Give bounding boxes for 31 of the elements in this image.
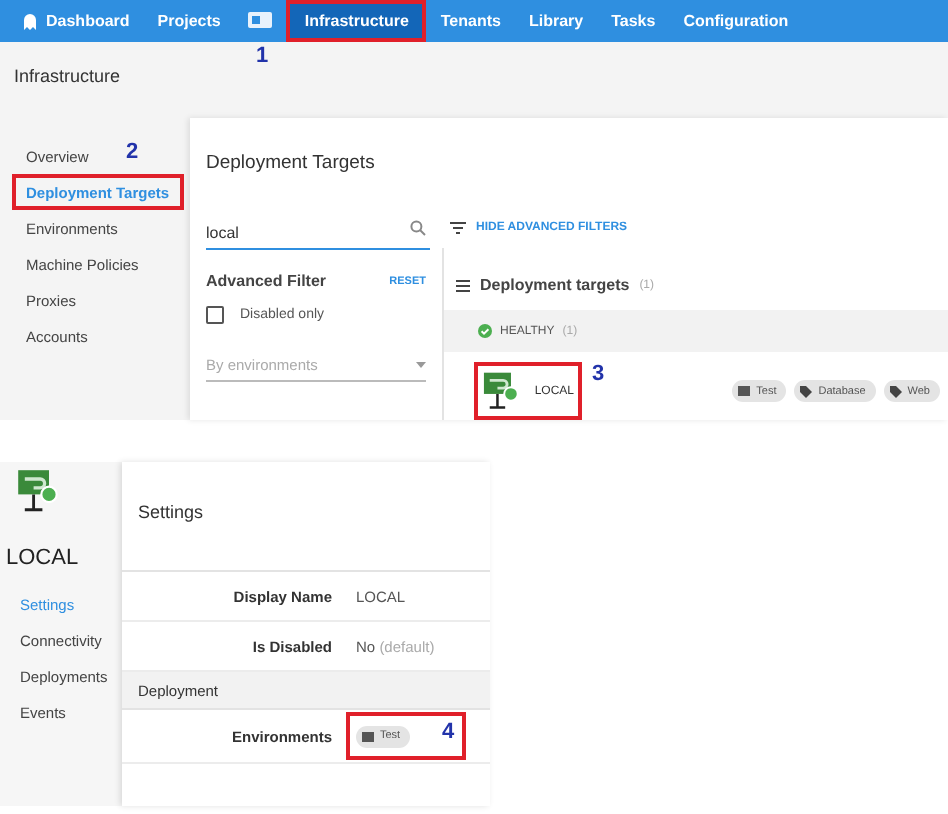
results-title: Deployment targets [480, 276, 630, 294]
page-title: Infrastructure [12, 63, 123, 90]
filter-title: Advanced Filter [206, 272, 327, 290]
nav-tab[interactable]: Infrastructure [286, 0, 427, 42]
board-icon [248, 12, 273, 29]
annotation-number: 1 [256, 44, 269, 68]
nav-tab[interactable]: Configuration [669, 0, 803, 42]
target-name: LOCAL [4, 544, 81, 575]
list-icon [456, 279, 470, 291]
nav-tab[interactable]: Library [514, 0, 598, 42]
section-title: Deployment Targets [204, 150, 377, 178]
environment-icon [738, 386, 751, 396]
check-circle-icon [478, 324, 492, 338]
settings-title: Settings [122, 462, 490, 572]
search-field[interactable]: local [206, 216, 430, 250]
nav-tab[interactable]: Dashboard [8, 0, 144, 42]
server-icon [16, 468, 60, 517]
checkbox[interactable] [206, 306, 224, 324]
nav-tab[interactable]: Tasks [597, 0, 670, 42]
annotation-number: 2 [126, 140, 139, 164]
nav-tab[interactable]: Tenants [426, 0, 515, 42]
nav-tab[interactable]: Projects [143, 0, 235, 42]
annotation-number: 4 [442, 720, 455, 744]
annotation-number: 3 [592, 362, 605, 386]
server-icon [482, 369, 521, 413]
search-icon [410, 219, 426, 235]
caret-icon [416, 362, 426, 368]
tag-icon [889, 385, 902, 397]
environment-icon [362, 731, 374, 741]
tag-icon [800, 385, 813, 397]
filter-icon [450, 222, 466, 234]
